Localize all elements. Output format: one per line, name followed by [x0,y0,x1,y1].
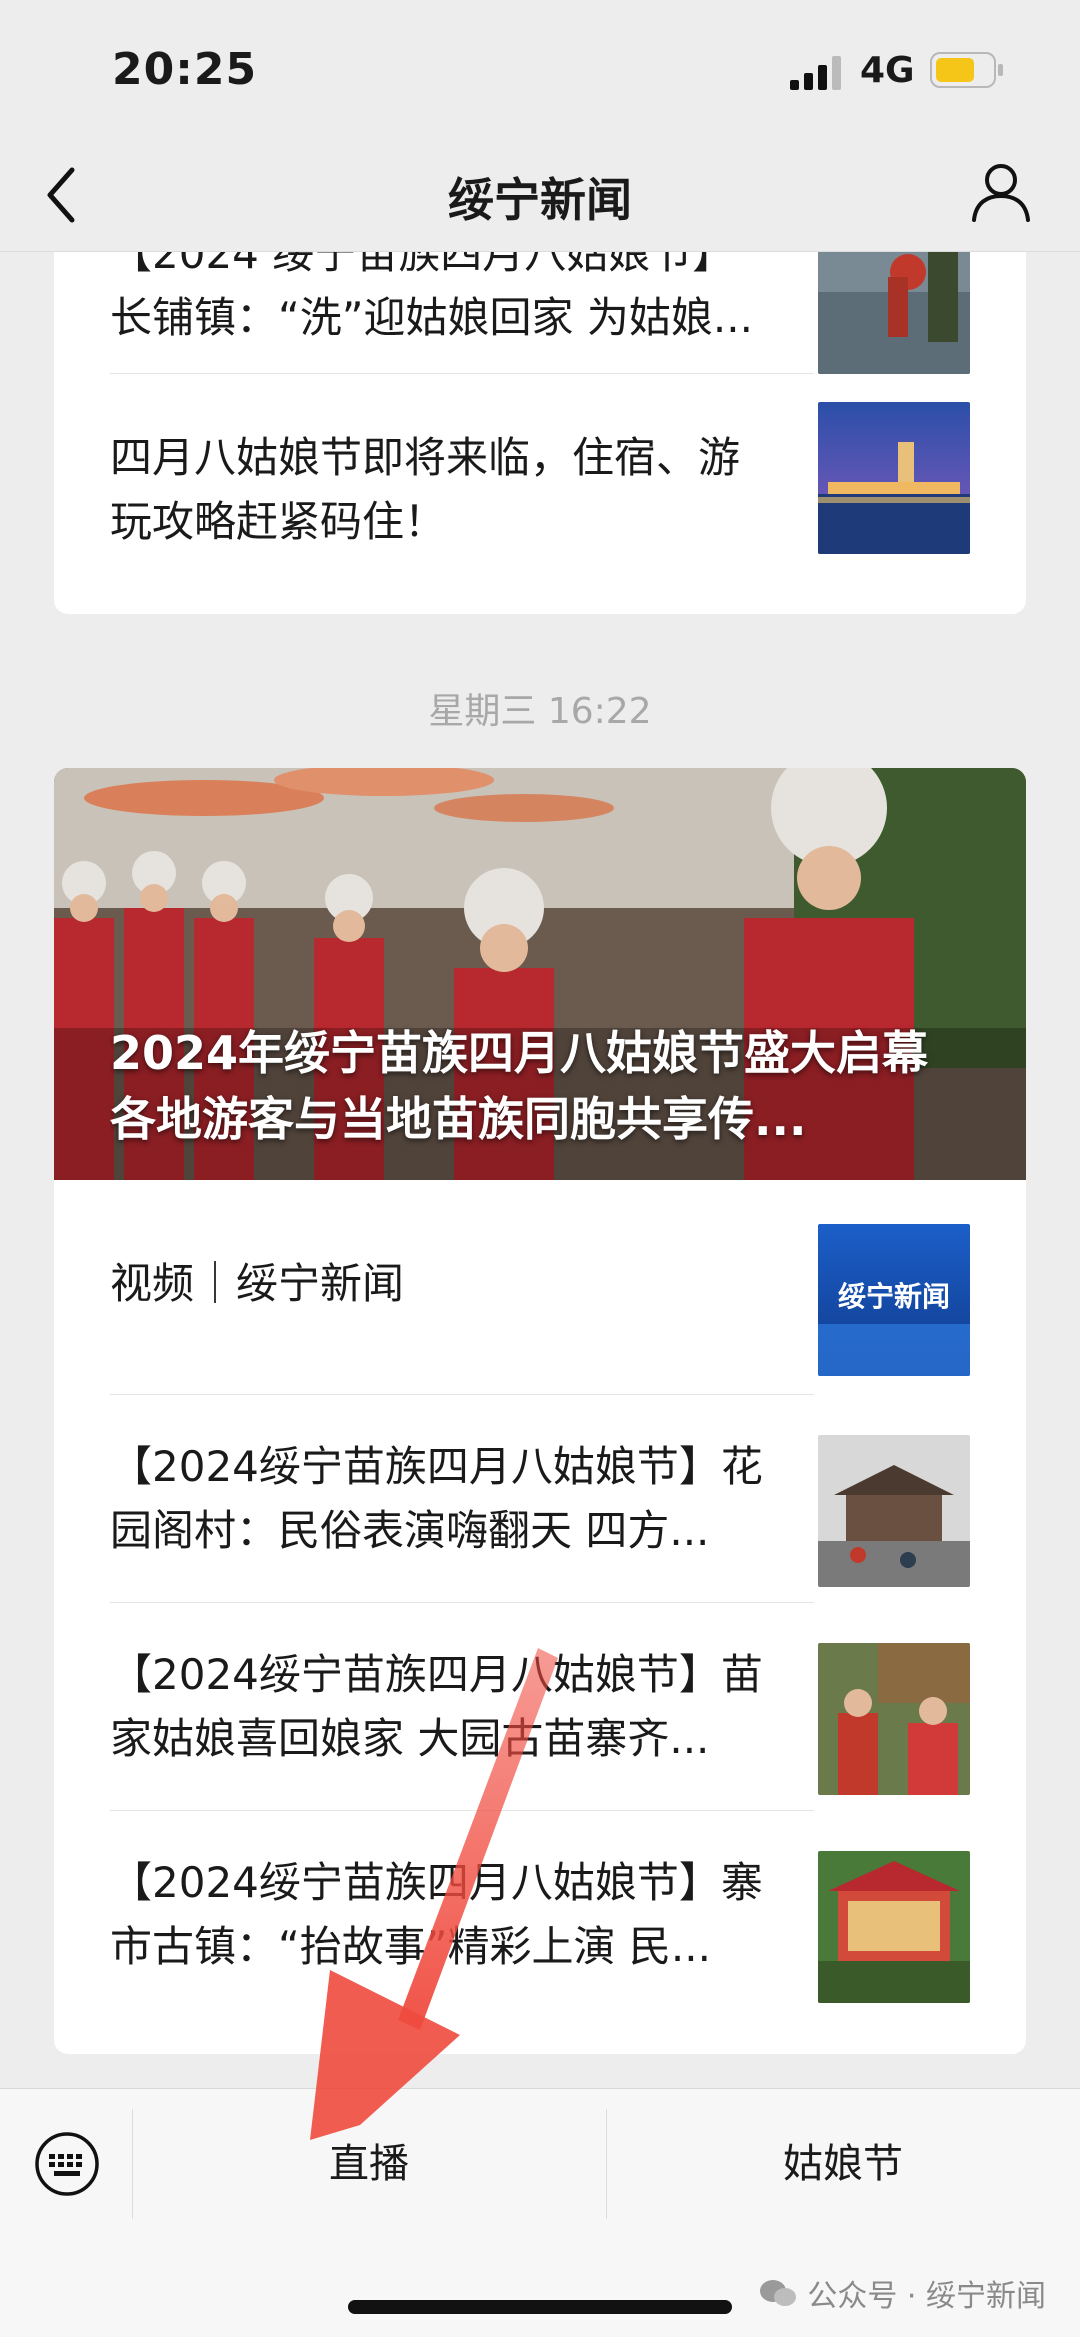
battery-icon [930,52,1003,88]
message-feed[interactable]: 【2024 绥宁苗族四月八姑娘节】长铺镇：“洗”迎姑娘回家 为姑娘... 四月八… [0,252,1080,2088]
article-item[interactable]: 视频｜绥宁新闻 绥宁新闻 [54,1180,1026,1388]
watermark-text: 公众号 · 绥宁新闻 [807,2279,1046,2314]
menu-separator [132,2109,133,2219]
article-thumbnail [818,1851,970,2003]
nav-bar: 绥宁新闻 [0,140,1080,252]
article-thumbnail [818,252,970,374]
article-title: 【2024绥宁苗族四月八姑娘节】寨市古镇：“抬故事”精彩上演 民... [110,1858,763,1971]
status-bar: 20:25 4G [0,0,1080,140]
home-indicator[interactable] [348,2300,732,2314]
article-card: 【2024 绥宁苗族四月八姑娘节】长铺镇：“洗”迎姑娘回家 为姑娘... 四月八… [54,252,1026,614]
hero-title: 2024年绥宁苗族四月八姑娘节盛大启幕 各地游客与当地苗族同胞共享传... [110,1026,929,1146]
menu-live-button[interactable]: 直播 [134,2089,604,2239]
watermark: 公众号 · 绥宁新闻 [759,2271,1046,2315]
article-thumbnail [818,1643,970,1795]
article-item[interactable]: 【2024绥宁苗族四月八姑娘节】花园阁村：民俗表演嗨翻天 四方... [54,1395,1026,1603]
article-thumbnail: 绥宁新闻 [818,1224,970,1376]
menu-festival-button[interactable]: 姑娘节 [606,2089,1080,2239]
keyboard-icon[interactable] [34,2131,100,2197]
profile-icon[interactable] [968,158,1034,224]
wechat-icon [760,2280,797,2306]
timestamp-label: 星期三 16:22 [428,691,652,732]
article-card: 2024年绥宁苗族四月八姑娘节盛大启幕 各地游客与当地苗族同胞共享传... 视频… [54,768,1026,2054]
network-type: 4G [860,50,915,91]
article-title: 【2024绥宁苗族四月八姑娘节】苗家姑娘喜回娘家 大园古苗寨齐... [110,1650,763,1763]
thumbnail-label: 绥宁新闻 [838,1280,950,1313]
article-title: 视频｜绥宁新闻 [110,1259,405,1308]
article-title: 【2024 绥宁苗族四月八姑娘节】长铺镇：“洗”迎姑娘回家 为姑娘... [110,252,753,342]
article-item[interactable]: 【2024 绥宁苗族四月八姑娘节】长铺镇：“洗”迎姑娘回家 为姑娘... [54,252,1026,374]
article-thumbnail [818,402,970,554]
article-thumbnail [818,1435,970,1587]
article-item[interactable]: 【2024绥宁苗族四月八姑娘节】寨市古镇：“抬故事”精彩上演 民... [54,1811,1026,2054]
signal-icon [790,56,841,90]
article-title: 四月八姑娘节即将来临，住宿、游玩攻略赶紧码住！ [110,433,741,546]
hero-article[interactable]: 2024年绥宁苗族四月八姑娘节盛大启幕 各地游客与当地苗族同胞共享传... [54,768,1026,1180]
status-time: 20:25 [112,44,258,95]
article-title: 【2024绥宁苗族四月八姑娘节】花园阁村：民俗表演嗨翻天 四方... [110,1442,763,1555]
page-title: 绥宁新闻 [448,173,632,227]
article-item[interactable]: 四月八姑娘节即将来临，住宿、游玩攻略赶紧码住！ [54,374,1026,614]
article-item[interactable]: 【2024绥宁苗族四月八姑娘节】苗家姑娘喜回娘家 大园古苗寨齐... [54,1603,1026,1811]
